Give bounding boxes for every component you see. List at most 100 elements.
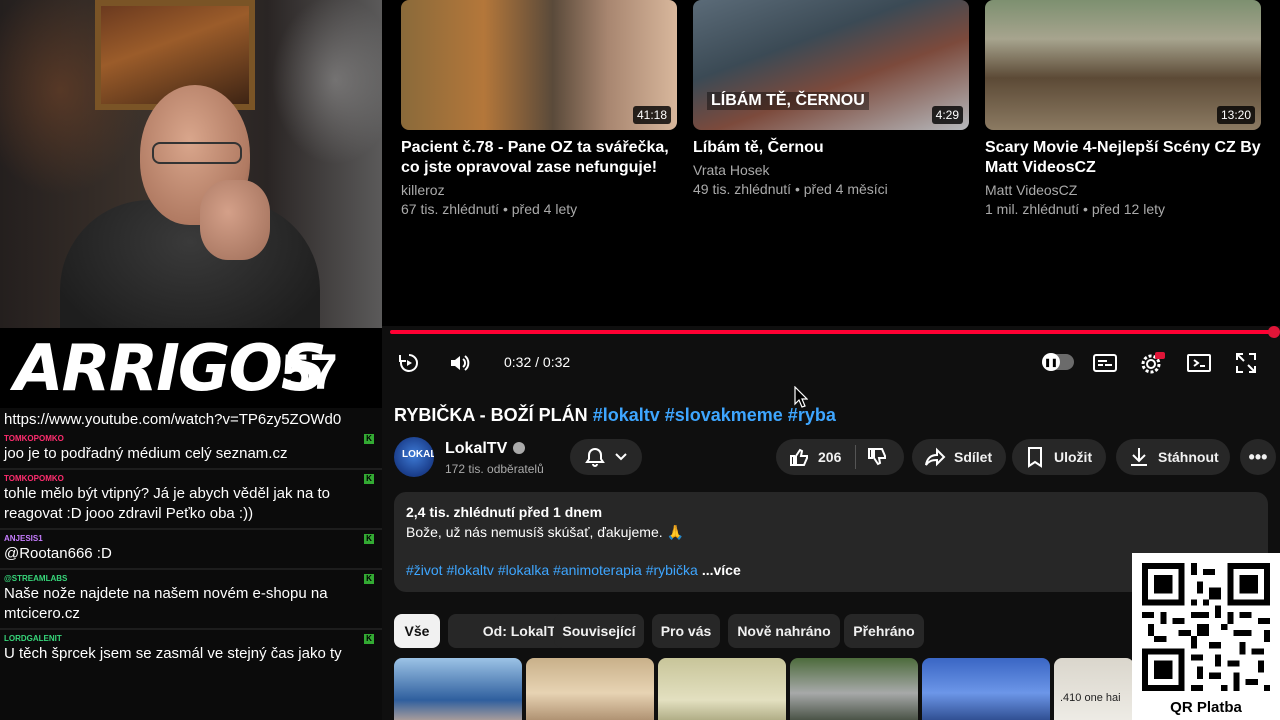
chat-pinned-url[interactable]: https://www.youtube.com/watch?v=TP6zy5ZO… bbox=[0, 408, 382, 430]
video-channel[interactable]: Vrata Hosek bbox=[693, 161, 969, 180]
chip-all[interactable]: Vše bbox=[394, 614, 440, 648]
show-more-link[interactable]: ...více bbox=[702, 562, 741, 578]
chip-recently-uploaded[interactable]: Nově nahráno bbox=[728, 614, 840, 648]
video-title-text: RYBIČKA - BOŽÍ PLÁN bbox=[394, 405, 588, 425]
chip-related[interactable]: Související bbox=[554, 614, 644, 648]
platform-k-icon: K bbox=[364, 434, 374, 444]
share-icon bbox=[925, 447, 946, 467]
miniplayer-button[interactable] bbox=[1186, 350, 1212, 376]
chat-username: TOMKOPOMKO bbox=[4, 474, 64, 483]
bookmark-icon bbox=[1028, 447, 1042, 468]
video-channel[interactable]: Matt VideosCZ bbox=[985, 181, 1261, 200]
chevron-down-icon bbox=[615, 453, 627, 461]
qr-payment-overlay: QR Platba bbox=[1132, 553, 1280, 720]
video-duration: 4:29 bbox=[931, 106, 963, 124]
streamer-glasses bbox=[152, 142, 242, 164]
like-icon[interactable] bbox=[788, 446, 810, 468]
video-meta: 1 mil. zhlédnutí • před 12 lety bbox=[985, 201, 1165, 217]
video-title[interactable]: Pacient č.78 - Pane OZ ta svářečka, co j… bbox=[401, 138, 677, 178]
video-title-heading: RYBIČKA - BOŽÍ PLÁN #lokaltv #slovakmeme… bbox=[394, 405, 836, 426]
autoplay-toggle[interactable]: ❚❚ bbox=[1042, 353, 1074, 371]
channel-avatar[interactable]: LOKAL bbox=[394, 437, 434, 477]
video-progress-bar[interactable] bbox=[390, 326, 1280, 338]
video-meta: 49 tis. zhlédnutí • před 4 měsíci bbox=[693, 181, 888, 197]
like-divider bbox=[855, 445, 857, 469]
chat-text: tohle mělo být vtipný? Já je abych věděl… bbox=[4, 485, 331, 522]
short-thumbnail[interactable] bbox=[922, 658, 1050, 720]
viewer-count: 57 bbox=[282, 344, 338, 400]
chip-watched[interactable]: Přehráno bbox=[844, 614, 924, 648]
platform-k-icon: K bbox=[364, 474, 374, 484]
replay-icon bbox=[399, 354, 418, 372]
share-label: Sdílet bbox=[954, 449, 993, 465]
chat-message: @STREAMLABS Naše nože najdete na našem n… bbox=[0, 570, 382, 630]
streamer-hand bbox=[200, 180, 270, 260]
description-hashtags: #život #lokaltv #lokalka #animoterapia #… bbox=[406, 562, 741, 578]
subscriber-count: 172 tis. odběratelů bbox=[445, 462, 544, 476]
short-overlay-text: .410 one hai bbox=[1060, 692, 1121, 704]
video-title-hashtags[interactable]: #lokaltv #slovakmeme #ryba bbox=[593, 405, 836, 425]
video-meta: 67 tis. zhlédnutí • před 4 lety bbox=[401, 201, 578, 217]
like-count[interactable]: 206 bbox=[818, 449, 841, 465]
video-duration: 41:18 bbox=[632, 106, 671, 124]
chat-username: TOMKOPOMKO bbox=[4, 434, 64, 443]
more-actions-button[interactable]: ••• bbox=[1240, 439, 1276, 475]
subtitles-icon bbox=[1093, 354, 1117, 372]
chat-text: Naše nože najdete na našem novém e-shopu… bbox=[4, 585, 328, 622]
endscreen-video-card[interactable]: LÍBÁM TĚ, ČERNOU 4:29 Líbám tě, Černou V… bbox=[693, 0, 969, 199]
save-label: Uložit bbox=[1054, 449, 1093, 465]
chat-message: TOMKOPOMKO tohle mělo být vtipný? Já je … bbox=[0, 470, 382, 530]
video-channel[interactable]: killeroz bbox=[401, 181, 677, 200]
video-title[interactable]: Scary Movie 4-Nejlepší Scény CZ By Matt … bbox=[985, 138, 1261, 178]
hashtag-list[interactable]: #život #lokaltv #lokalka #animoterapia #… bbox=[406, 562, 698, 578]
short-thumbnail[interactable]: .410 one hai bbox=[1054, 658, 1134, 720]
endscreen-video-card[interactable]: 13:20 Scary Movie 4-Nejlepší Scény CZ By… bbox=[985, 0, 1261, 219]
player-controls: 0:32 / 0:32 ❚❚ bbox=[382, 340, 1280, 386]
fullscreen-button[interactable] bbox=[1233, 350, 1259, 376]
description-text: Bože, už nás nemusíš skúšať, ďakujeme. 🙏 bbox=[406, 524, 684, 540]
end-screen: 41:18 Pacient č.78 - Pane OZ ta svářečka… bbox=[382, 0, 1280, 326]
dislike-icon[interactable] bbox=[866, 446, 888, 468]
progress-scrubber[interactable] bbox=[1268, 326, 1280, 338]
save-button[interactable]: Uložit bbox=[1012, 439, 1106, 475]
stream-logo: ARRIGOS bbox=[14, 332, 327, 406]
chat-message: TOMKOPOMKO joo je to podřadný médium cel… bbox=[0, 430, 382, 470]
download-button[interactable]: Stáhnout bbox=[1116, 439, 1230, 475]
settings-button[interactable] bbox=[1139, 350, 1165, 376]
gear-icon bbox=[1141, 352, 1165, 374]
time-display: 0:32 / 0:32 bbox=[504, 354, 571, 370]
volume-button[interactable] bbox=[447, 350, 473, 376]
video-title[interactable]: Líbám tě, Černou bbox=[693, 138, 969, 158]
short-thumbnail[interactable] bbox=[394, 658, 522, 720]
short-thumbnail[interactable] bbox=[658, 658, 786, 720]
video-thumbnail[interactable]: LÍBÁM TĚ, ČERNOU 4:29 bbox=[693, 0, 969, 130]
avatar-text: LOKAL bbox=[402, 449, 434, 460]
qr-label: QR Platba bbox=[1170, 699, 1242, 716]
endscreen-video-card[interactable]: 41:18 Pacient č.78 - Pane OZ ta svářečka… bbox=[401, 0, 677, 219]
download-icon bbox=[1131, 448, 1147, 466]
channel-name-text[interactable]: LokalTV bbox=[445, 440, 507, 457]
bell-icon bbox=[585, 447, 605, 467]
video-thumbnail[interactable]: 41:18 bbox=[401, 0, 677, 130]
share-button[interactable]: Sdílet bbox=[912, 439, 1006, 475]
video-thumbnail[interactable]: 13:20 bbox=[985, 0, 1261, 130]
video-duration: 13:20 bbox=[1216, 106, 1255, 124]
channel-row: LOKAL LokalTV 172 tis. odběratelů 206 Sd… bbox=[394, 437, 1276, 477]
short-thumbnail[interactable] bbox=[790, 658, 918, 720]
chat-username: @STREAMLABS bbox=[4, 574, 68, 583]
stream-brand-bar: ARRIGOS 57 bbox=[0, 328, 382, 408]
chat-message: LORDGALENIT U těch šprcek jsem se zasmál… bbox=[0, 630, 382, 668]
chat-username: ANJESIS1 bbox=[4, 534, 43, 543]
subscribe-bell-button[interactable] bbox=[570, 439, 642, 475]
short-thumbnail[interactable] bbox=[526, 658, 654, 720]
channel-name[interactable]: LokalTV bbox=[445, 440, 526, 458]
download-label: Stáhnout bbox=[1158, 449, 1219, 465]
mouse-cursor-icon bbox=[794, 386, 808, 408]
chip-for-you[interactable]: Pro vás bbox=[652, 614, 720, 648]
fullscreen-icon bbox=[1236, 353, 1256, 373]
pause-icon: ❚❚ bbox=[1042, 353, 1060, 371]
chat-message: ANJESIS1 @Rootan666 :D K bbox=[0, 530, 382, 570]
replay-button[interactable] bbox=[396, 350, 422, 376]
subtitles-button[interactable] bbox=[1092, 350, 1118, 376]
stream-chat: https://www.youtube.com/watch?v=TP6zy5ZO… bbox=[0, 408, 382, 720]
